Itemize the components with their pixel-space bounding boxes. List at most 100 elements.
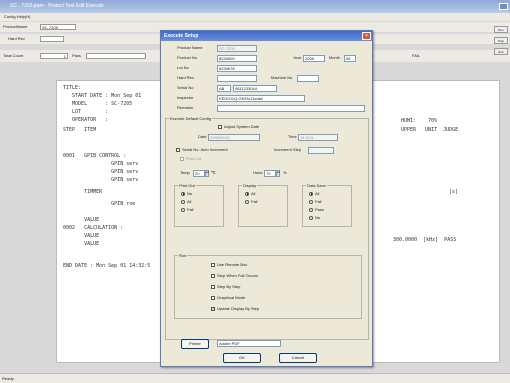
report-line: VALUE bbox=[63, 217, 100, 223]
year-input[interactable]: 2008 bbox=[303, 55, 325, 62]
printer-button[interactable]: Printer bbox=[181, 339, 209, 349]
close-window-icon[interactable] bbox=[499, 3, 508, 10]
radio-label: All bbox=[251, 191, 256, 196]
menu-items[interactable]: Config Help(H) bbox=[4, 14, 30, 19]
report-line: END DATE : Mon Sep 01 14:32:5 bbox=[63, 263, 151, 269]
radio-icon[interactable] bbox=[309, 199, 313, 204]
checkbox-icon[interactable] bbox=[211, 284, 215, 289]
stop-button[interactable]: Stop bbox=[494, 37, 508, 44]
product-no-label: Product No bbox=[177, 55, 198, 60]
dialog-close-icon[interactable]: × bbox=[362, 32, 371, 40]
print-lot-checkbox: Print Lot bbox=[180, 156, 201, 162]
run-option-checkbox[interactable]: Graphical Mode bbox=[211, 295, 245, 301]
run-option-label: Step By Step bbox=[217, 284, 241, 289]
inspector-label: Inspector bbox=[177, 95, 194, 100]
run-option-checkbox[interactable]: Step By Step bbox=[211, 284, 240, 290]
cancel-button[interactable]: Cancel bbox=[279, 353, 317, 363]
hard-rev-input[interactable] bbox=[217, 75, 257, 82]
product-name-label: ProductName bbox=[3, 24, 28, 29]
execute-setup-dialog: Execute Setup × Product Name SC-7205 Pro… bbox=[160, 30, 373, 367]
month-input[interactable]: 06 bbox=[344, 55, 356, 62]
run-title: Run bbox=[178, 253, 188, 258]
serial-prefix-input[interactable]: AB bbox=[217, 85, 231, 92]
exit-button[interactable]: Exit bbox=[494, 48, 508, 55]
radio-icon[interactable] bbox=[245, 191, 249, 196]
checkbox-icon[interactable] bbox=[218, 124, 222, 129]
temp-input[interactable]: 20 bbox=[193, 170, 205, 177]
serial-no-input[interactable]: 0811233044 bbox=[233, 85, 277, 92]
data-save-radio[interactable]: All bbox=[309, 191, 319, 197]
radio-icon[interactable] bbox=[245, 199, 249, 204]
print-out-radio[interactable]: No bbox=[181, 191, 192, 197]
data-save-radio[interactable]: Fail bbox=[309, 199, 321, 205]
display-radio[interactable]: All bbox=[245, 191, 255, 197]
increment-step-input bbox=[308, 147, 334, 154]
radio-label: Fail bbox=[187, 207, 194, 212]
report-line: 0002 CALCULATION : bbox=[63, 225, 124, 231]
adjust-system-date-checkbox[interactable]: Adjust System Date bbox=[218, 124, 259, 130]
radio-icon[interactable] bbox=[181, 191, 185, 196]
report-line: TIMMER bbox=[63, 189, 103, 195]
pass-count-field bbox=[86, 53, 146, 59]
serial-auto-increment-checkbox[interactable]: Serial No. Auto Increment bbox=[176, 147, 228, 153]
lot-no-input[interactable]: 8234678 bbox=[217, 65, 257, 72]
report-line: MODEL : SC-7205 bbox=[63, 101, 133, 107]
increment-step-label: Increment Step bbox=[274, 147, 302, 152]
hard-rev-label: Hard Rev bbox=[177, 75, 194, 80]
report-line: VALUE bbox=[63, 241, 100, 247]
radio-icon[interactable] bbox=[181, 207, 185, 212]
print-out-title: Print Out bbox=[178, 183, 196, 188]
printer-name-field[interactable]: Adobe PDF bbox=[217, 340, 281, 347]
data-save-radio[interactable]: Pass bbox=[309, 207, 324, 213]
humi-label: Humi bbox=[253, 170, 263, 175]
radio-icon[interactable] bbox=[309, 215, 313, 220]
hard-rev-field[interactable] bbox=[40, 36, 64, 42]
temp-label: Temp bbox=[180, 170, 190, 175]
serial-auto-increment-label: Serial No. Auto Increment bbox=[182, 147, 228, 152]
humi-readout: HUMI: 70% bbox=[401, 118, 438, 124]
machine-no-input[interactable] bbox=[297, 75, 319, 82]
run-button[interactable]: Run bbox=[494, 26, 508, 33]
report-line: START DATE : Mon Sep 01 bbox=[63, 93, 142, 99]
window-title-bar: SC - 7205.pam - Protect Test Edit Execut… bbox=[0, 0, 510, 13]
radio-label: Fail bbox=[251, 199, 258, 204]
display-group: Display All Fail bbox=[238, 183, 288, 227]
checkbox-icon[interactable] bbox=[211, 295, 215, 300]
month-label: Month bbox=[329, 55, 341, 60]
result-row: 300.0000 [kHz] PASS bbox=[393, 237, 457, 243]
print-out-radio[interactable]: All bbox=[181, 199, 191, 205]
radio-icon[interactable] bbox=[309, 191, 313, 196]
product-name-field[interactable]: SC-7205 bbox=[40, 24, 76, 30]
menu-bar[interactable]: Config Help(H) bbox=[0, 13, 510, 21]
checkmark-icon[interactable]: ✓ bbox=[211, 306, 215, 311]
remarks-input[interactable] bbox=[217, 105, 365, 112]
radio-icon[interactable] bbox=[309, 207, 313, 212]
checkbox-icon[interactable] bbox=[211, 262, 215, 267]
window-title: SC - 7205.pam - Protect Test Edit Execut… bbox=[10, 3, 104, 9]
radio-label: All bbox=[315, 191, 320, 196]
ok-button[interactable]: OK bbox=[223, 353, 261, 363]
checkbox-icon[interactable] bbox=[176, 147, 180, 152]
total-count-label: Total Count bbox=[3, 53, 24, 58]
pass-label: Pass bbox=[72, 53, 81, 58]
humi-input[interactable]: 70 bbox=[264, 170, 276, 177]
print-out-radio[interactable]: Fail bbox=[181, 207, 193, 213]
timer-unit: [s] bbox=[449, 189, 459, 195]
product-no-input[interactable]: 8234600 bbox=[217, 55, 257, 62]
run-option-checkbox[interactable]: Stop When Fail Occurs bbox=[211, 273, 258, 279]
data-save-radio[interactable]: No bbox=[309, 215, 320, 221]
run-group: Run Use Remote Box Stop When Fail Occurs S… bbox=[174, 253, 362, 319]
humi-spinner-icon[interactable]: ▴▾ bbox=[276, 170, 280, 177]
date-picker: 2008/09/01 bbox=[208, 134, 260, 141]
run-option-label: Update Display By Step bbox=[217, 306, 260, 311]
inspector-input[interactable]: KEDOX/Q-GKEN-Dudial bbox=[217, 95, 305, 102]
radio-icon[interactable] bbox=[181, 199, 185, 204]
date-label: Date bbox=[198, 134, 207, 139]
status-text: Ready bbox=[2, 376, 14, 381]
run-option-checkbox[interactable]: Use Remote Box bbox=[211, 262, 247, 268]
dialog-title-bar[interactable]: Execute Setup bbox=[161, 31, 372, 41]
display-radio[interactable]: Fail bbox=[245, 199, 257, 205]
temp-spinner-icon[interactable]: ▴▾ bbox=[205, 170, 209, 177]
run-option-checkbox[interactable]: ✓ Update Display By Step bbox=[211, 306, 259, 312]
checkbox-icon[interactable] bbox=[211, 273, 215, 278]
